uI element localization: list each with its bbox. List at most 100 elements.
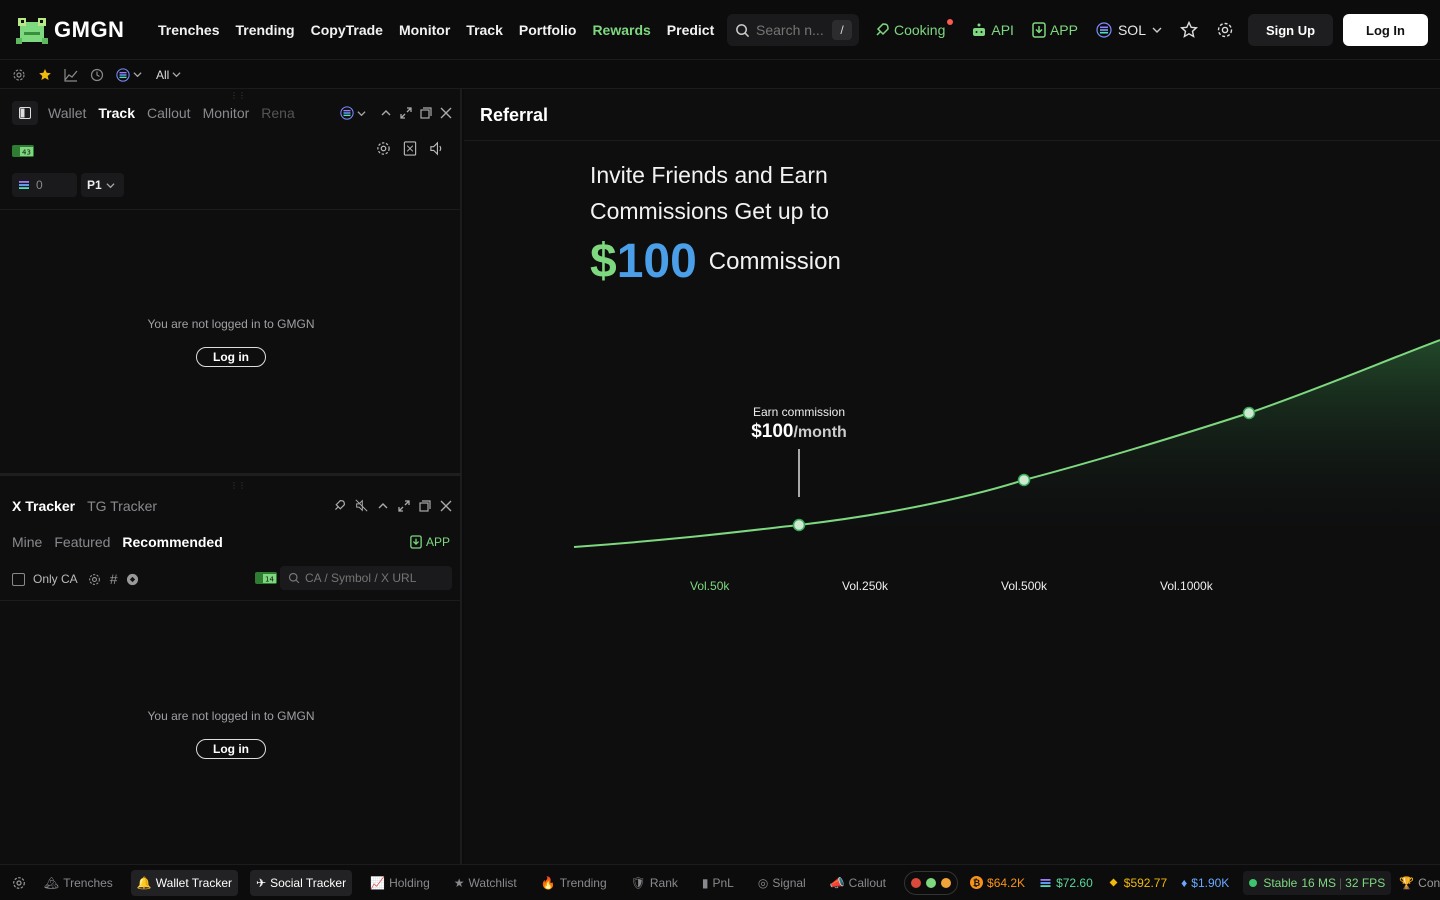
tab-x-tracker[interactable]: X Tracker xyxy=(12,498,75,514)
mute-icon[interactable] xyxy=(355,499,368,517)
tab-callout[interactable]: Callout xyxy=(147,105,191,121)
x-tracker-login-button[interactable]: Log in xyxy=(196,739,266,759)
x-tracker-tabs: X Tracker TG Tracker xyxy=(12,498,157,514)
gmgn-logo[interactable]: GMGN xyxy=(16,14,146,46)
nav-predict[interactable]: Predict xyxy=(667,22,714,38)
bar-chart-icon: ▮ xyxy=(701,875,709,890)
latency-value: 16 MS xyxy=(1301,875,1337,890)
quick-apps-group[interactable] xyxy=(904,870,959,895)
nav-rewards[interactable]: Rewards xyxy=(592,22,650,38)
balance-chip[interactable]: 0 xyxy=(12,173,77,197)
bottom-tab-pnl[interactable]: ▮ PnL xyxy=(696,870,740,896)
bnb-icon[interactable] xyxy=(126,573,139,586)
search-box[interactable]: / xyxy=(727,14,859,46)
social-icon: ✈ xyxy=(256,875,267,890)
drag-handle-icon[interactable]: ⋮⋮ xyxy=(230,91,246,100)
bottom-tab-wallet-tracker[interactable]: 🔔 Wallet Tracker xyxy=(130,869,239,896)
only-ca-checkbox[interactable] xyxy=(12,572,25,586)
cooking-label: Cooking xyxy=(894,22,946,38)
expand-icon[interactable] xyxy=(400,107,412,119)
popout-icon[interactable] xyxy=(419,499,431,517)
bottom-tab-social-tracker[interactable]: ✈ Social Tracker xyxy=(250,869,353,896)
status-dot xyxy=(1249,878,1258,887)
close-icon[interactable] xyxy=(440,107,452,119)
bottom-tab-trenches[interactable]: 🏔 Trenches xyxy=(38,870,119,896)
popout-icon[interactable] xyxy=(420,107,432,119)
collapse-up-icon[interactable] xyxy=(380,107,392,119)
ca-search-box[interactable] xyxy=(280,566,452,590)
expand-icon[interactable] xyxy=(398,499,410,517)
toolbar-chart-icon[interactable] xyxy=(64,68,78,82)
chart-line-icon: 📈 xyxy=(370,875,386,890)
tab-wallet[interactable]: Wallet xyxy=(48,105,86,121)
bottom-status-bar: 🏔 Trenches 🔔 Wallet Tracker ✈ Social Tracke… xyxy=(0,864,1440,900)
x-tick-vol-250k: Vol.250k xyxy=(842,579,889,593)
status-label: Stable xyxy=(1263,875,1298,890)
drag-handle-icon[interactable]: ⋮⋮ xyxy=(230,481,246,490)
tab-tg-tracker[interactable]: TG Tracker xyxy=(87,498,157,514)
search-input[interactable] xyxy=(756,22,826,38)
cooking-button[interactable]: Cooking xyxy=(874,19,954,38)
all-filter-dropdown[interactable]: All xyxy=(156,68,181,82)
bottom-tab-trending[interactable]: 🔥 Trending xyxy=(535,870,613,896)
bottom-tab-callout[interactable]: 📣 Callout xyxy=(824,870,892,896)
api-button[interactable]: API xyxy=(971,22,1014,38)
bottom-tab-holding[interactable]: 📈 Holding xyxy=(364,870,436,896)
wallet-panel-tabs: Wallet Track Callout Monitor Rena xyxy=(48,105,307,121)
contest-link[interactable]: 🏆 Contest xyxy=(1399,876,1440,890)
nav-monitor[interactable]: Monitor xyxy=(399,22,450,38)
panel-resize-divider[interactable] xyxy=(0,473,462,476)
ca-search-input[interactable] xyxy=(305,571,445,585)
tab-rename[interactable]: Rena xyxy=(261,105,294,121)
rocket-outline-icon[interactable] xyxy=(333,499,346,517)
app-download-button[interactable]: APP xyxy=(1032,22,1078,38)
tab-monitor[interactable]: Monitor xyxy=(203,105,250,121)
hashtag-icon[interactable]: # xyxy=(110,571,118,587)
app-icon-pill xyxy=(926,877,937,888)
subtab-mine[interactable]: Mine xyxy=(12,534,42,550)
sound-icon[interactable] xyxy=(429,141,444,161)
megaphone-icon: 📣 xyxy=(829,875,845,890)
sign-up-button[interactable]: Sign Up xyxy=(1248,14,1333,46)
favorites-button[interactable] xyxy=(1179,21,1198,39)
toolbar-history-icon[interactable] xyxy=(90,68,104,82)
wallet-count-badge-icon: 43 xyxy=(12,143,34,162)
nav-portfolio[interactable]: Portfolio xyxy=(519,22,577,38)
bottom-tab-watchlist[interactable]: ★ Watchlist xyxy=(448,870,523,896)
bnb-price: $592.77 xyxy=(1107,876,1167,890)
chain-selector-small[interactable] xyxy=(340,106,366,120)
nav-copytrade[interactable]: CopyTrade xyxy=(311,22,383,38)
toolbar-star-icon[interactable] xyxy=(38,68,52,82)
commission-growth-chart xyxy=(573,339,1440,548)
settings-button[interactable] xyxy=(1216,21,1234,39)
gear-icon xyxy=(1217,22,1233,38)
wallet-login-button[interactable]: Log in xyxy=(196,347,266,367)
toolbar-chain-filter[interactable] xyxy=(116,67,142,82)
nav-track[interactable]: Track xyxy=(466,22,503,38)
page-title: Referral xyxy=(480,105,549,125)
bottom-tab-label: Trending xyxy=(559,875,607,890)
collapse-up-icon[interactable] xyxy=(377,499,389,517)
nav-trenches[interactable]: Trenches xyxy=(158,22,219,38)
log-in-button[interactable]: Log In xyxy=(1343,14,1428,46)
toolbar-settings-icon[interactable] xyxy=(12,68,26,82)
bottom-settings-icon[interactable] xyxy=(12,876,26,890)
commission-amount: $ 100 Commission xyxy=(590,234,841,289)
bottom-tab-rank[interactable]: 🛡 Rank xyxy=(625,870,684,896)
filter-settings-icon[interactable] xyxy=(88,573,101,586)
nav-trending[interactable]: Trending xyxy=(235,22,294,38)
divider xyxy=(0,209,460,210)
search-icon xyxy=(736,23,750,37)
sidebar-toggle-button[interactable] xyxy=(12,101,38,125)
settings-gear-icon[interactable] xyxy=(376,141,391,161)
bookmark-icon[interactable] xyxy=(403,141,417,161)
preset-dropdown[interactable]: P1 xyxy=(81,173,124,197)
close-icon[interactable] xyxy=(440,499,452,517)
bottom-tab-signal[interactable]: ◎ Signal xyxy=(752,870,812,896)
btc-price-value: $64.2K xyxy=(987,875,1026,890)
subtab-featured[interactable]: Featured xyxy=(54,534,110,550)
tab-track[interactable]: Track xyxy=(98,105,135,121)
x-tracker-app-link[interactable]: APP xyxy=(410,535,450,549)
subtab-recommended[interactable]: Recommended xyxy=(122,534,222,550)
chain-selector[interactable]: SOL xyxy=(1096,22,1162,38)
